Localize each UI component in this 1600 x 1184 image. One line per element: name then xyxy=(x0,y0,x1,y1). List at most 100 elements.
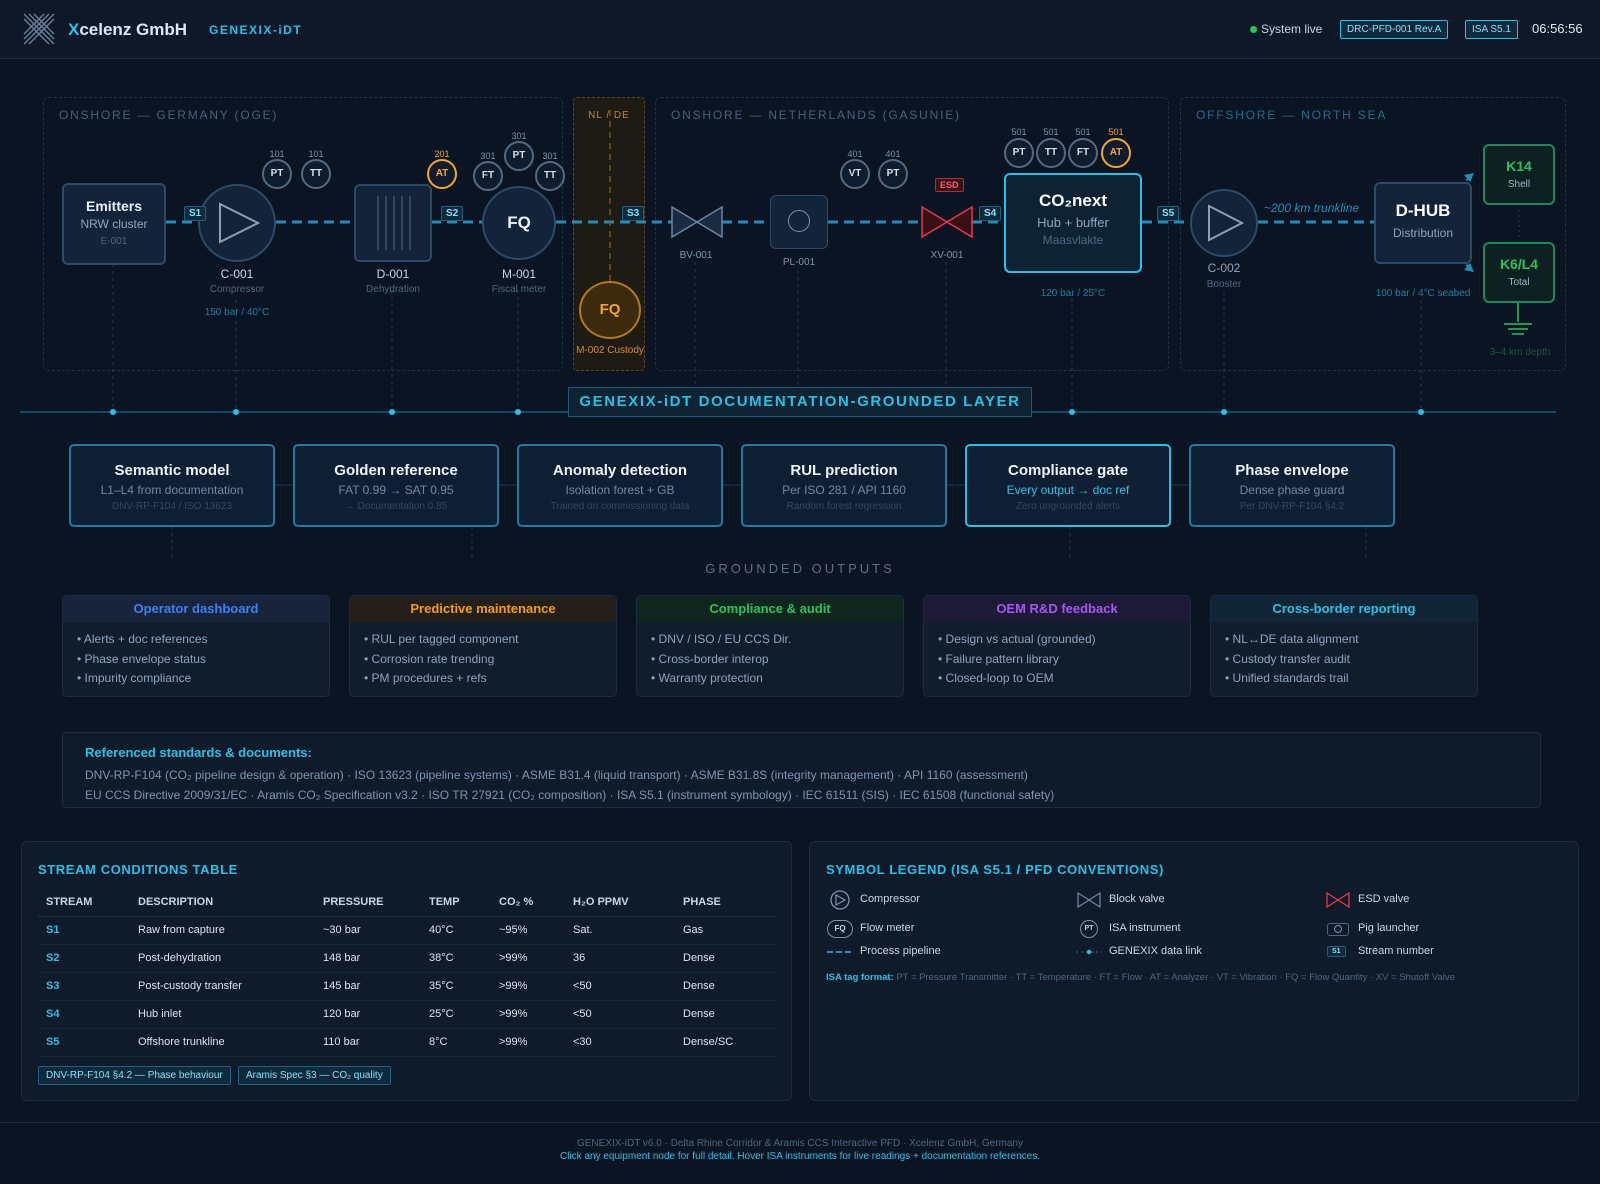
instrument-tt-101[interactable]: TT xyxy=(301,159,331,189)
module-title: Phase envelope xyxy=(1235,462,1349,479)
instrument-pt-401[interactable]: PT xyxy=(878,159,908,189)
output-predictive-maintenance[interactable]: Predictive maintenance • RUL per tagged … xyxy=(349,595,617,697)
booster-c002[interactable] xyxy=(1190,189,1258,257)
module-golden-reference[interactable]: Golden reference FAT 0.99 → SAT 0.95 → D… xyxy=(293,444,499,527)
ref-tag-aramis[interactable]: Aramis Spec §3 — CO₂ quality xyxy=(238,1066,391,1085)
table-row[interactable]: S2 Post-dehydration 148 bar 38°C >99% 36 Dense xyxy=(38,944,776,973)
esd-valve-xv001[interactable] xyxy=(920,205,974,239)
tag-format-text: PT = Pressure Transmitter · TT = Tempera… xyxy=(896,972,1455,983)
output-item: • Failure pattern library xyxy=(938,651,1059,666)
output-item: • Warranty protection xyxy=(651,671,763,685)
c001-conditions: 150 bar / 40°C xyxy=(204,307,270,318)
cell: >99% xyxy=(491,944,565,973)
stream-s1[interactable]: S1 xyxy=(184,206,207,221)
table-header-row: STREAM DESCRIPTION PRESSURE TEMP CO₂ % H… xyxy=(38,888,776,917)
c001-tag: C-001 xyxy=(220,267,254,281)
d001-sub: Dehydration xyxy=(366,284,420,295)
pl001-tag: PL-001 xyxy=(782,257,816,268)
module-rul-prediction[interactable]: RUL prediction Per ISO 281 / API 1160 Ra… xyxy=(741,444,947,527)
data-link-icon xyxy=(1076,949,1102,955)
table-row[interactable]: S3 Post-custody transfer 145 bar 35°C >99% <5… xyxy=(38,972,776,1001)
depth-label: 3–4 km depth xyxy=(1489,347,1551,358)
standards-title: Referenced standards & documents: xyxy=(85,745,312,760)
compressor-icon xyxy=(830,890,850,910)
ref-tag-phase[interactable]: DNV-RP-F104 §4.2 — Phase behaviour xyxy=(38,1066,231,1085)
output-compliance-audit[interactable]: Compliance & audit • DNV / ISO / EU CCS … xyxy=(636,595,904,697)
dehydration-d001[interactable] xyxy=(354,184,432,262)
module-title: RUL prediction xyxy=(790,462,898,479)
custody-meter-m002[interactable]: FQ xyxy=(579,281,641,339)
output-title: Predictive maintenance xyxy=(350,596,616,622)
table-row[interactable]: S4 Hub inlet 120 bar 25°C >99% <50 Dense xyxy=(38,1000,776,1029)
cell: 148 bar xyxy=(315,944,421,973)
c002-sub: Booster xyxy=(1206,279,1242,290)
k6l4-node[interactable]: K6/L4 Total xyxy=(1483,242,1555,303)
stream-s2[interactable]: S2 xyxy=(441,206,464,221)
instrument-ft-301[interactable]: FT xyxy=(473,161,503,191)
output-operator-dashboard[interactable]: Operator dashboard • Alerts + doc refere… xyxy=(62,595,330,697)
instrument-vt-401[interactable]: VT xyxy=(840,159,870,189)
module-compliance-gate[interactable]: Compliance gate Every output → doc ref Z… xyxy=(965,444,1171,527)
k14-node[interactable]: K14 Shell xyxy=(1483,144,1555,205)
esd-badge: ESD xyxy=(935,178,964,192)
stream-table-title: STREAM CONDITIONS TABLE xyxy=(38,862,238,877)
instrument-tt-301[interactable]: TT xyxy=(535,161,565,191)
output-item: • Phase envelope status xyxy=(77,651,206,666)
cell: Raw from capture xyxy=(130,916,315,945)
table-row[interactable]: S5 Offshore trunkline 110 bar 8°C >99% <30 Den… xyxy=(38,1028,776,1057)
module-title: Compliance gate xyxy=(1007,462,1129,479)
grounded-layer-title: GENEXIX-iDT DOCUMENTATION-GROUNDED LAYER xyxy=(568,387,1032,417)
output-item: • RUL per tagged component xyxy=(364,632,519,646)
cell: 120 bar xyxy=(315,1000,421,1029)
co2next-hub-node[interactable]: CO₂next Hub + buffer Maasvlakte xyxy=(1004,173,1142,273)
xv001-tag: XV-001 xyxy=(930,250,964,261)
instrument-pt-101[interactable]: PT xyxy=(262,159,292,189)
dhub-node[interactable]: D-HUB Distribution xyxy=(1374,182,1472,264)
legend-label: Stream number xyxy=(1358,945,1434,957)
output-item: • Unified standards trail xyxy=(1225,671,1349,685)
instrument-tag: 301 xyxy=(542,151,558,161)
fiscal-meter-m001[interactable]: FQ xyxy=(482,186,556,260)
esd-valve-icon xyxy=(1326,892,1350,908)
module-sub: Dense phase guard xyxy=(1239,483,1345,497)
output-title: OEM R&D feedback xyxy=(924,596,1190,622)
module-semantic-model[interactable]: Semantic model L1–L4 from documentation … xyxy=(69,444,275,527)
emitters-sub: NRW cluster xyxy=(80,217,148,231)
compressor-icon xyxy=(219,202,261,244)
module-sub: L1–L4 from documentation xyxy=(100,483,244,497)
stream-conditions-panel: STREAM CONDITIONS TABLE STREAM DESCRIPTI… xyxy=(21,841,792,1101)
instrument-pt-501[interactable]: PT xyxy=(1004,138,1034,168)
column-header: PHASE xyxy=(675,888,776,917)
cell: 36 xyxy=(565,944,675,973)
footer-line: GENEXIX-iDT v6.0 · Delta Rhine Corridor … xyxy=(576,1138,1024,1149)
stream-s4[interactable]: S4 xyxy=(979,206,1002,221)
k14-title: K14 xyxy=(1506,158,1532,174)
stream-s3[interactable]: S3 xyxy=(622,206,645,221)
instrument-at-201[interactable]: AT xyxy=(427,159,457,189)
output-cross-border-reporting[interactable]: Cross-border reporting • NL↔DE data alig… xyxy=(1210,595,1478,697)
instrument-at-501[interactable]: AT xyxy=(1101,138,1131,168)
instrument-tag: 301 xyxy=(480,151,496,161)
emitters-node[interactable]: Emitters NRW cluster E-001 xyxy=(62,183,166,265)
module-phase-envelope[interactable]: Phase envelope Dense phase guard Per DNV… xyxy=(1189,444,1395,527)
output-title: Operator dashboard xyxy=(63,596,329,622)
output-oem-feedback[interactable]: OEM R&D feedback • Design vs actual (gro… xyxy=(923,595,1191,697)
module-ref: Zero ungrounded alerts xyxy=(1016,501,1120,512)
block-valve-bv001[interactable] xyxy=(670,205,724,239)
cell: >99% xyxy=(491,972,565,1001)
hub-location: Maasvlakte xyxy=(1042,233,1104,247)
instrument-tag: 501 xyxy=(1011,127,1027,137)
module-anomaly-detection[interactable]: Anomaly detection Isolation forest + GB … xyxy=(517,444,723,527)
instrument-ft-501[interactable]: FT xyxy=(1068,138,1098,168)
pig-launcher-pl001[interactable] xyxy=(770,195,828,249)
instrument-pt-301[interactable]: PT xyxy=(504,141,534,171)
compressor-c001[interactable] xyxy=(198,184,276,262)
table-row[interactable]: S1 Raw from capture ~30 bar 40°C ~95% Sat. Gas xyxy=(38,916,776,945)
cell: 38°C xyxy=(421,944,491,973)
column-header: H₂O PPMV xyxy=(565,888,675,917)
emitters-tag: E-001 xyxy=(100,236,128,247)
cell: 25°C xyxy=(421,1000,491,1029)
stream-s5[interactable]: S5 xyxy=(1157,206,1180,221)
instrument-tag: 301 xyxy=(511,131,527,141)
instrument-tt-501[interactable]: TT xyxy=(1036,138,1066,168)
